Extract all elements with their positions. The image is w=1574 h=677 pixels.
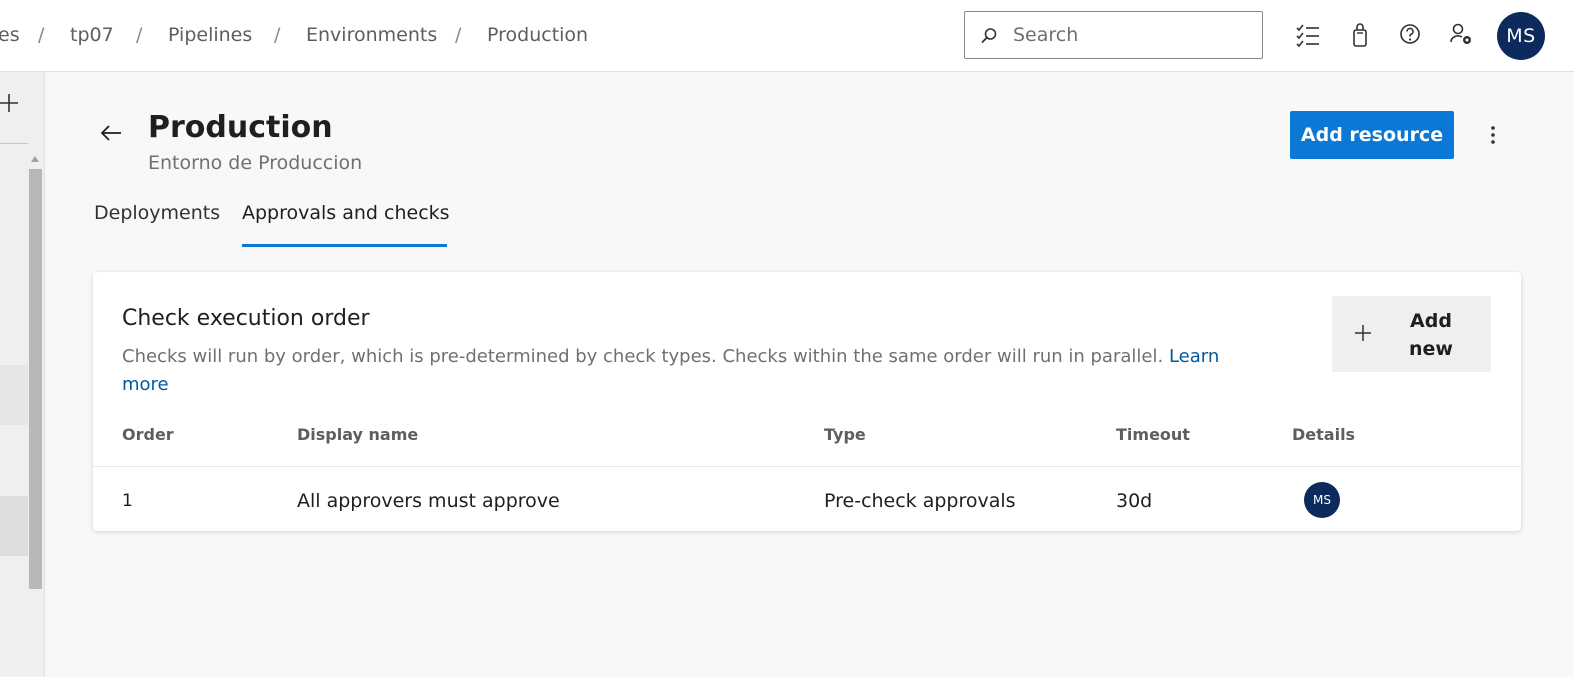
approver-avatar[interactable]: MS [1304, 482, 1340, 518]
tab-deployments[interactable]: Deployments [94, 202, 220, 224]
breadcrumb-item-project[interactable]: tp07 [70, 24, 114, 46]
search-input[interactable]: Search [1013, 24, 1078, 46]
user-avatar[interactable]: MS [1497, 12, 1545, 60]
row-display-name: All approvers must approve [297, 490, 560, 512]
column-header-timeout: Timeout [1116, 425, 1190, 444]
row-timeout: 30d [1116, 490, 1153, 512]
breadcrumb-item-pipelines[interactable]: Pipelines [168, 24, 252, 46]
breadcrumb-separator: / [136, 24, 143, 46]
checklist-icon[interactable] [1295, 22, 1321, 48]
breadcrumb-separator: / [455, 24, 462, 46]
user-settings-icon[interactable] [1449, 22, 1475, 48]
row-type: Pre-check approvals [824, 490, 1016, 512]
column-header-order: Order [122, 425, 174, 444]
card-title: Check execution order [122, 306, 370, 331]
row-order: 1 [122, 491, 133, 511]
rail-item[interactable] [0, 365, 28, 425]
column-header-type: Type [824, 425, 866, 444]
left-navigation-rail [0, 72, 45, 677]
top-bar: es / tp07 / Pipelines / Environments / P… [0, 0, 1574, 72]
card-description-text: Checks will run by order, which is pre-d… [122, 346, 1164, 367]
breadcrumb-separator: / [38, 24, 45, 46]
plus-icon [1355, 325, 1371, 341]
breadcrumb-item-environments[interactable]: Environments [306, 24, 437, 46]
add-icon[interactable] [0, 92, 20, 114]
add-new-button[interactable]: Add new [1332, 296, 1491, 372]
page-title: Production [148, 110, 333, 145]
back-arrow-icon[interactable] [98, 120, 124, 146]
column-header-display-name: Display name [297, 425, 419, 444]
breadcrumb-separator: / [274, 24, 281, 46]
active-tab-indicator [242, 244, 447, 247]
add-resource-button[interactable]: Add resource [1290, 111, 1454, 159]
more-options-icon[interactable] [1482, 122, 1504, 148]
card-description: Checks will run by order, which is pre-d… [122, 343, 1262, 399]
rail-item[interactable] [0, 496, 28, 556]
rail-divider [0, 143, 28, 144]
breadcrumb-item-organization[interactable]: es [0, 24, 20, 46]
add-new-label: Add new [1409, 310, 1453, 360]
search-icon [981, 28, 997, 43]
tab-approvals-and-checks[interactable]: Approvals and checks [242, 202, 450, 224]
scroll-up-arrow-icon[interactable] [31, 156, 39, 162]
breadcrumb-item-production[interactable]: Production [487, 24, 588, 46]
column-header-details: Details [1292, 425, 1356, 444]
scrollbar[interactable] [29, 169, 42, 589]
checks-card: Check execution order Checks will run by… [93, 272, 1521, 531]
page-subtitle: Entorno de Produccion [148, 152, 363, 174]
search-box[interactable]: Search [964, 11, 1263, 59]
help-icon[interactable] [1398, 22, 1424, 48]
shopping-bag-icon[interactable] [1347, 22, 1373, 48]
table-header-divider [93, 466, 1521, 467]
